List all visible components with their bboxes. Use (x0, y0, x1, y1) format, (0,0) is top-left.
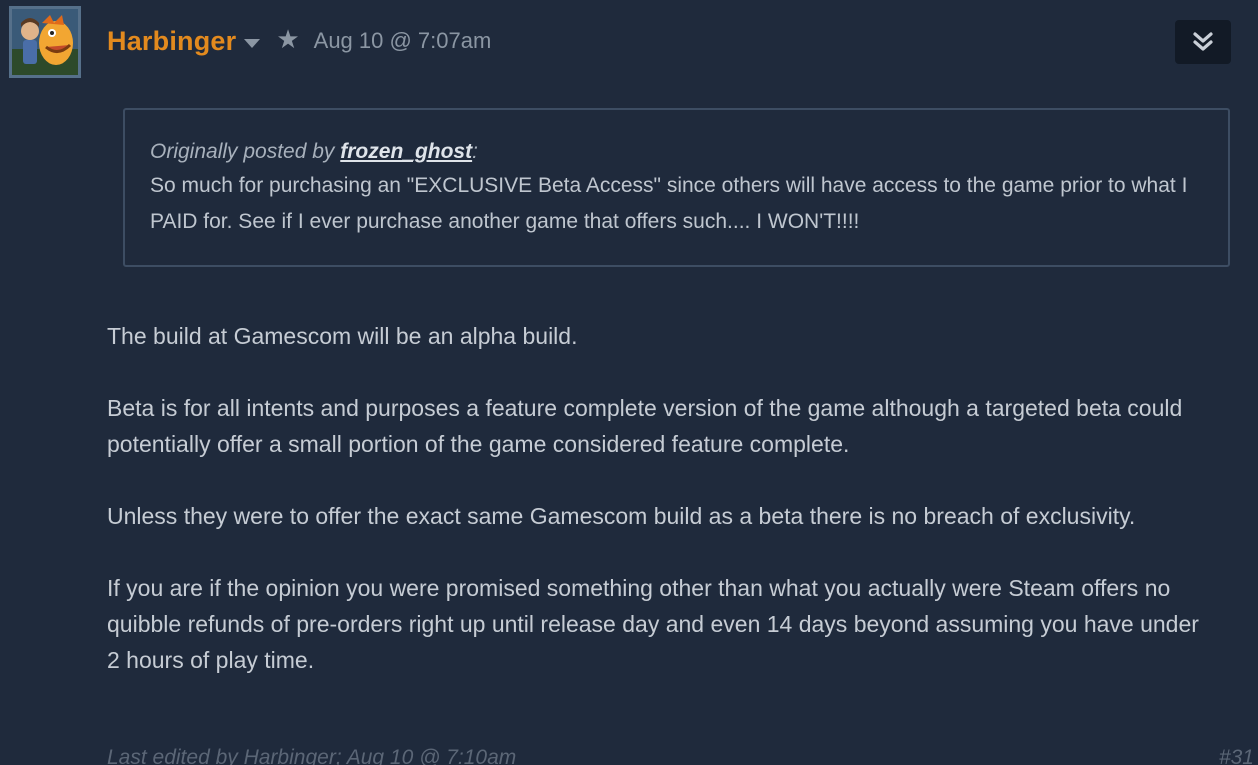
post-paragraph: If you are if the opinion you were promi… (107, 575, 1199, 673)
forum-post: Harbinger ★ Aug 10 @ 7:07am Originally p… (0, 0, 1258, 765)
quote-prefix: Originally posted by (150, 140, 341, 163)
post-timestamp: Aug 10 @ 7:07am (313, 28, 492, 53)
avatar[interactable] (9, 6, 81, 78)
post-body: The build at Gamescom will be an alpha b… (107, 318, 1217, 714)
post-header: Harbinger ★ Aug 10 @ 7:07am (107, 24, 491, 58)
post-paragraph: Unless they were to offer the exact same… (107, 503, 1136, 529)
post-number[interactable]: #31 (1219, 746, 1254, 765)
post-paragraph: The build at Gamescom will be an alpha b… (107, 323, 578, 349)
quote-text: So much for purchasing an "EXCLUSIVE Bet… (150, 174, 1188, 233)
quote-attribution: Originally posted by frozen_ghost: (150, 136, 1204, 168)
double-chevron-down-icon (1193, 32, 1213, 51)
quote-author-link[interactable]: frozen_ghost (340, 140, 472, 163)
caret-down-icon[interactable] (244, 38, 261, 48)
quote-suffix: : (472, 140, 478, 163)
quote-block: Originally posted by frozen_ghost: So mu… (123, 108, 1230, 267)
expand-button[interactable] (1175, 20, 1231, 64)
author-name[interactable]: Harbinger (107, 26, 236, 57)
post-paragraph: Beta is for all intents and purposes a f… (107, 395, 1183, 457)
star-icon: ★ (276, 24, 300, 54)
avatar-image (12, 9, 78, 75)
edited-note: Last edited by Harbinger; Aug 10 @ 7:10a… (107, 746, 517, 765)
